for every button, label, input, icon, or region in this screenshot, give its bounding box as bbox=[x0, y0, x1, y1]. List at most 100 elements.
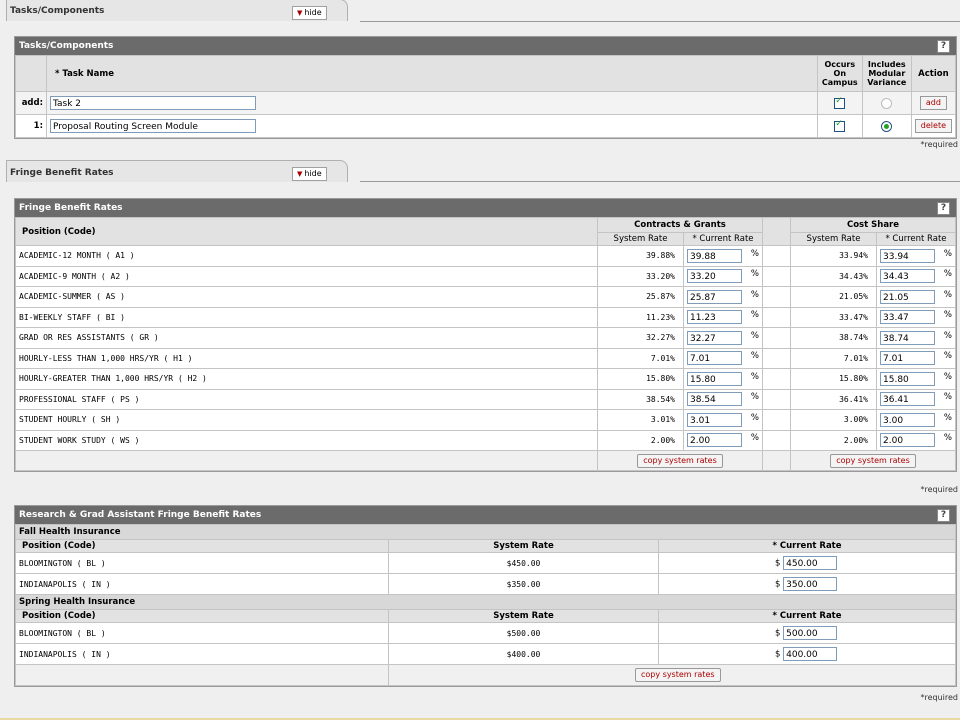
modular-variance-radio[interactable] bbox=[881, 120, 893, 132]
position-name: BLOOMINGTON ( BL ) bbox=[15, 622, 389, 644]
current-rate-input[interactable]: 21.05 bbox=[880, 289, 935, 304]
system-rate: $450.00 bbox=[388, 552, 659, 574]
current-rate-input[interactable]: 7.01 bbox=[880, 351, 935, 366]
modular-variance-radio[interactable] bbox=[881, 97, 893, 109]
current-rate-input[interactable]: 36.41 bbox=[880, 392, 935, 407]
current-rate-input[interactable]: 34.43 bbox=[880, 269, 935, 284]
current-rate-input[interactable]: 2.00 bbox=[880, 433, 935, 448]
add-button[interactable]: add bbox=[919, 96, 947, 110]
cost-share-header: Cost Share bbox=[790, 217, 956, 233]
current-rate-input[interactable]: 15.80 bbox=[687, 371, 742, 386]
system-rate-header: System Rate bbox=[388, 539, 659, 553]
position-name: INDIANAPOLIS ( IN ) bbox=[15, 573, 389, 595]
fall-title: Fall Health Insurance bbox=[15, 524, 956, 540]
percent-sign: % bbox=[943, 248, 952, 259]
current-rate-input[interactable]: 7.01 bbox=[687, 351, 742, 366]
system-rate: 2.00% bbox=[597, 429, 684, 451]
current-rate-input[interactable]: 38.54 bbox=[687, 392, 742, 407]
system-rate: $350.00 bbox=[388, 573, 659, 595]
occurs-on-campus-checkbox[interactable] bbox=[834, 119, 846, 132]
copy-system-rates-button[interactable]: copy system rates bbox=[830, 453, 916, 468]
position-header: Position (Code) bbox=[15, 217, 598, 246]
position-name: BI-WEEKLY STAFF ( BI ) bbox=[15, 306, 598, 328]
percent-sign: % bbox=[750, 412, 759, 423]
percent-sign: % bbox=[943, 330, 952, 341]
system-rate: 32.27% bbox=[597, 327, 684, 349]
grad-panel: Research & Grad Assistant Fringe Benefit… bbox=[14, 505, 957, 687]
system-rate: 7.01% bbox=[597, 347, 684, 369]
current-rate-input[interactable]: 450.00 bbox=[783, 556, 838, 570]
position-header: Position (Code) bbox=[15, 609, 389, 623]
current-rate-input[interactable]: 25.87 bbox=[687, 289, 742, 304]
grad-row: BLOOMINGTON ( BL ) $450.00 $ 450.00 bbox=[15, 552, 956, 574]
help-icon[interactable]: ? bbox=[937, 40, 950, 53]
current-rate-input[interactable]: 3.00 bbox=[880, 412, 935, 427]
system-rate: 34.43% bbox=[790, 265, 877, 287]
current-rate-header: * Current Rate bbox=[658, 609, 956, 623]
percent-sign: % bbox=[750, 371, 759, 382]
tab-divider bbox=[360, 21, 960, 22]
task-row: 1: Proposal Routing Screen Module delete bbox=[15, 114, 957, 138]
current-rate-input[interactable]: 32.27 bbox=[687, 330, 742, 345]
current-rate-input[interactable]: 500.00 bbox=[783, 626, 838, 640]
system-rate-header: System Rate bbox=[388, 609, 659, 623]
currency-sign: $ bbox=[775, 628, 781, 639]
delete-button[interactable]: delete bbox=[914, 119, 952, 133]
current-rate-header: * Current Rate bbox=[658, 539, 956, 553]
modular-header: Includes Modular Variance bbox=[861, 55, 912, 92]
percent-sign: % bbox=[943, 310, 952, 321]
system-rate-header: System Rate bbox=[597, 232, 684, 246]
percent-sign: % bbox=[943, 371, 952, 382]
fringe-row: HOURLY-GREATER THAN 1,000 HRS/YR ( H2 ) 1… bbox=[15, 368, 956, 390]
task-add-row: add: Task 2 add bbox=[15, 91, 957, 115]
tasks-hide-button[interactable]: ▼ hide bbox=[292, 6, 327, 20]
percent-sign: % bbox=[750, 289, 759, 300]
percent-sign: % bbox=[750, 248, 759, 259]
required-note: *required bbox=[920, 485, 958, 494]
triangle-down-icon: ▼ bbox=[297, 9, 303, 17]
task-name-input[interactable]: Task 2 bbox=[50, 96, 256, 110]
fringe-row: HOURLY-LESS THAN 1,000 HRS/YR ( H1 ) 7.01… bbox=[15, 347, 956, 369]
position-name: BLOOMINGTON ( BL ) bbox=[15, 552, 389, 574]
spring-title: Spring Health Insurance bbox=[15, 594, 956, 610]
position-name: ACADEMIC-12 MONTH ( A1 ) bbox=[15, 245, 598, 267]
copy-system-rates-button[interactable]: copy system rates bbox=[635, 668, 721, 682]
tasks-panel-header: Tasks/Components? bbox=[15, 37, 956, 55]
fringe-row: PROFESSIONAL STAFF ( PS ) 38.54% 38.54% 36.… bbox=[15, 388, 956, 410]
current-rate-input[interactable]: 15.80 bbox=[880, 371, 935, 386]
system-rate: 25.87% bbox=[597, 286, 684, 308]
contracts-grants-header: Contracts & Grants bbox=[597, 217, 763, 233]
percent-sign: % bbox=[943, 289, 952, 300]
current-rate-input[interactable]: 3.01 bbox=[687, 412, 742, 427]
current-rate-header: * Current Rate bbox=[683, 232, 763, 246]
fringe-row: STUDENT WORK STUDY ( WS ) 2.00% 2.00% 2.00%… bbox=[15, 429, 956, 451]
add-row-label: add: bbox=[15, 91, 47, 115]
current-rate-input[interactable]: 38.74 bbox=[880, 330, 935, 345]
fringe-row: BI-WEEKLY STAFF ( BI ) 11.23% 11.23% 33.47%… bbox=[15, 306, 956, 328]
task-name-input[interactable]: Proposal Routing Screen Module bbox=[50, 119, 256, 133]
system-rate: 15.80% bbox=[597, 368, 684, 390]
help-icon[interactable]: ? bbox=[937, 509, 950, 522]
current-rate-input[interactable]: 33.20 bbox=[687, 269, 742, 284]
position-header: Position (Code) bbox=[15, 539, 389, 553]
fringe-hide-button[interactable]: ▼ hide bbox=[292, 167, 327, 181]
system-rate: 3.01% bbox=[597, 409, 684, 431]
current-rate-input[interactable]: 350.00 bbox=[783, 577, 838, 591]
copy-system-rates-button[interactable]: copy system rates bbox=[637, 453, 723, 468]
system-rate: 33.20% bbox=[597, 265, 684, 287]
current-rate-input[interactable]: 400.00 bbox=[783, 647, 838, 661]
current-rate-input[interactable]: 11.23 bbox=[687, 310, 742, 325]
grad-row: INDIANAPOLIS ( IN ) $400.00 $ 400.00 bbox=[15, 643, 956, 665]
help-icon[interactable]: ? bbox=[937, 202, 950, 215]
current-rate-input[interactable]: 33.94 bbox=[880, 248, 935, 263]
current-rate-input[interactable]: 39.88 bbox=[687, 248, 742, 263]
fringe-tab-bar: Fringe Benefit Rates bbox=[0, 160, 960, 182]
current-rate-input[interactable]: 33.47 bbox=[880, 310, 935, 325]
tasks-panel: Tasks/Components? * Task Name Occurs On … bbox=[14, 36, 957, 139]
occurs-on-campus-checkbox[interactable] bbox=[834, 96, 846, 109]
currency-sign: $ bbox=[775, 579, 781, 590]
action-header: Action bbox=[910, 55, 957, 92]
grad-panel-header: Research & Grad Assistant Fringe Benefit… bbox=[15, 506, 956, 524]
percent-sign: % bbox=[750, 433, 759, 444]
current-rate-input[interactable]: 2.00 bbox=[687, 433, 742, 448]
